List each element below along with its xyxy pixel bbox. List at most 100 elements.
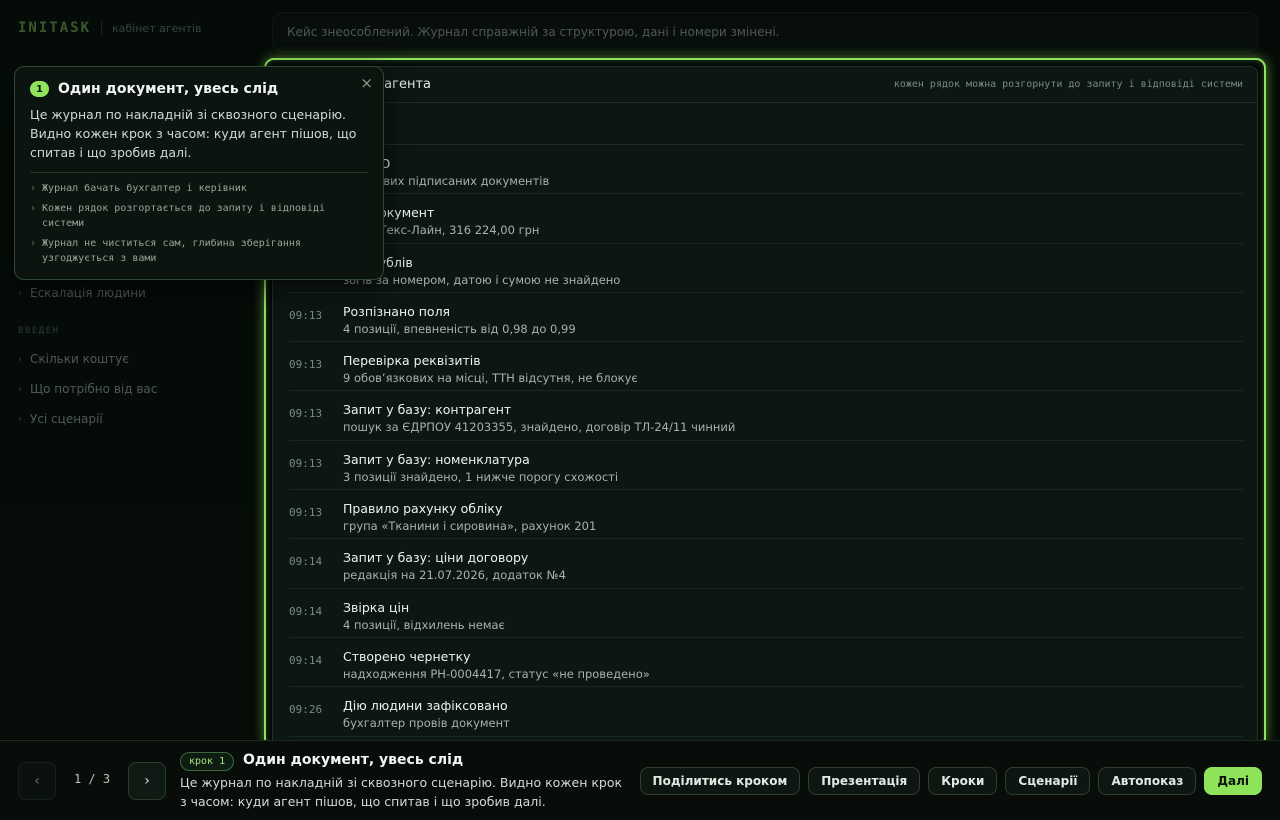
journal-row[interactable]: 09:13 Розпізнано поля 4 позиції, впевненіс…	[289, 293, 1243, 343]
row-title: Створено чернетку	[343, 648, 471, 664]
row-description: надходження РН-0004417, статус «не прове…	[343, 666, 650, 681]
journal-row[interactable]: 09:14 Запит у базу: ціни договору редакція…	[289, 539, 1243, 589]
chevron-right-icon: ›	[30, 203, 37, 214]
row-title: Запит у базу: ціни договору	[343, 550, 529, 566]
case-notice: Кейс знеособлений. Журнал справжній за с…	[272, 12, 1258, 52]
row-description: група «Тканини і сировина», рахунок 201	[343, 519, 597, 534]
row-description: : 28 нових підписаних документів	[343, 174, 550, 188]
chevron-right-icon: ›	[30, 183, 37, 194]
brand-logo: INITASK	[18, 20, 92, 36]
row-title: Розпізнано поля	[343, 303, 451, 319]
row-body: Дію людини зафіксовано бухгалтер провів д…	[343, 697, 1243, 735]
journal-row[interactable]: 09:13 Перевірка реквізитів 9 обов’язкових …	[289, 342, 1243, 392]
row-title: ано документ	[343, 205, 435, 221]
list-item: › Кожен рядок розгортається до запиту і в…	[30, 201, 368, 231]
row-body: Розпізнано поля 4 позиції, впевненість ві…	[343, 303, 1243, 341]
presentation-button[interactable]: Презентація	[808, 767, 921, 795]
sidebar-item-all-scenarios[interactable]: › Усі сценарії	[18, 412, 103, 426]
autoplay-button[interactable]: Автопоказ	[1098, 767, 1197, 795]
row-time: 09:13	[289, 358, 323, 372]
row-body: ано документ 4417, Текс-Лайн, 316 224,00 …	[343, 204, 1243, 242]
brand: INITASK кабінет агентів	[18, 20, 202, 36]
row-body: рка дублів зогів за номером, датою і сумо…	[343, 254, 1243, 292]
bullet-text: Журнал не чиститься сам, глибина зберіга…	[42, 238, 301, 264]
journal-list: но ЕДО : 28 нових підписаних документів ан…	[273, 103, 1257, 737]
tour-popover: × 1 Один документ, увесь слід Це журнал …	[14, 66, 384, 280]
journal-row[interactable]: 09:14 Створено чернетку надходження РН-000…	[289, 638, 1243, 688]
row-description: 3 позиції знайдено, 1 нижче порогу схожо…	[343, 469, 619, 484]
popover-bullets: › Журнал бачать бухгалтер і керівник › Кож…	[30, 181, 368, 266]
tour-bottom-bar: ‹ 1 / 3 › крок 1 Один документ, увесь сл…	[0, 740, 1280, 820]
row-title: Звірка цін	[343, 599, 410, 615]
brand-divider	[101, 21, 103, 35]
close-icon[interactable]: ×	[360, 74, 373, 92]
row-title: но ЕДО	[343, 155, 1243, 172]
popover-title: Один документ, увесь слід	[58, 81, 279, 97]
row-description: зогів за номером, датою і сумою не знайд…	[343, 272, 621, 287]
row-title: Запит у базу: номенклатура	[343, 451, 530, 467]
row-description: 4417, Текс-Лайн, 316 224,00 грн	[343, 223, 540, 238]
divider	[30, 172, 368, 173]
row-title: Перевірка реквізитів	[343, 353, 481, 369]
step-badge: крок 1	[180, 752, 235, 771]
row-body: но ЕДО : 28 нових підписаних документів	[343, 155, 1243, 193]
row-description: бухгалтер провів документ	[343, 716, 510, 731]
sidebar-item-label: Скільки коштує	[30, 352, 129, 366]
row-body: Створено чернетку надходження РН-0004417,…	[343, 648, 1243, 686]
row-time: 09:26	[289, 703, 323, 717]
step-counter: 1 / 3	[73, 772, 111, 786]
step-description: Це журнал по накладній зі сквозного сцен…	[180, 775, 623, 809]
row-description: 4 позиції, відхилень немає	[343, 617, 505, 632]
bullet-text: Журнал бачать бухгалтер і керівник	[42, 183, 247, 194]
row-description: 4 позиції, впевненість від 0,98 до 0,99	[343, 321, 576, 336]
journal-row[interactable]: рка дублів зогів за номером, датою і сумо…	[289, 244, 1243, 293]
row-title: Запит у базу: контрагент	[343, 402, 512, 418]
chevron-right-icon: ›	[18, 353, 22, 365]
row-title: Правило рахунку обліку	[343, 501, 503, 517]
row-time: 09:13	[289, 308, 323, 322]
journal-row[interactable]: ано документ 4417, Текс-Лайн, 316 224,00 …	[289, 194, 1243, 244]
sidebar-item-label: Ескалація людини	[30, 286, 146, 300]
step-number-badge: 1	[30, 81, 49, 97]
chevron-right-icon: ›	[30, 238, 37, 249]
journal-row[interactable]: но ЕДО : 28 нових підписаних документів	[289, 145, 1243, 195]
row-time: 09:13	[289, 456, 323, 470]
journal-header: дій агента кожен рядок можна розгорнути …	[273, 67, 1257, 103]
sidebar-item-requirements[interactable]: › Що потрібно від вас	[18, 382, 157, 396]
row-time: 09:14	[289, 604, 323, 618]
row-body: Запит у базу: ціни договору редакція на 2…	[343, 549, 1243, 587]
journal-row[interactable]: 09:13 Запит у базу: контрагент пошук за ЄД…	[289, 391, 1243, 441]
sidebar-item-label: Що потрібно від вас	[30, 382, 158, 396]
journal-row[interactable]: 09:13 Правило рахунку обліку група «Тканин…	[289, 490, 1243, 540]
chevron-right-icon: ›	[18, 287, 22, 299]
row-time: 09:14	[289, 555, 323, 569]
prev-step-button[interactable]: ‹	[18, 762, 56, 800]
list-item: › Журнал не чиститься сам, глибина зберіг…	[30, 236, 368, 266]
share-step-button[interactable]: Поділитись кроком	[639, 767, 801, 795]
scenarios-button[interactable]: Сценарії	[1005, 767, 1091, 795]
sidebar-item-label: Усі сценарії	[30, 412, 103, 426]
bullet-text: Кожен рядок розгортається до запиту і ві…	[42, 203, 325, 229]
sidebar-section-label: ВВЕДЕН	[18, 326, 60, 336]
journal-hint: кожен рядок можна розгорнути до запиту і…	[893, 79, 1243, 90]
journal-list-header	[289, 103, 1243, 145]
sidebar-item-pricing[interactable]: › Скільки коштує	[18, 352, 129, 366]
list-item: › Журнал бачать бухгалтер і керівник	[30, 181, 368, 196]
journal-row[interactable]: 09:13 Запит у базу: номенклатура 3 позиції…	[289, 441, 1243, 491]
row-description: редакція на 21.07.2026, додаток №4	[343, 568, 566, 583]
next-button[interactable]: Далі	[1204, 767, 1262, 795]
row-body: Запит у базу: номенклатура 3 позиції знай…	[343, 451, 1243, 489]
row-time: 09:13	[289, 506, 323, 520]
journal-row[interactable]: 09:26 Дію людини зафіксовано бухгалтер про…	[289, 687, 1243, 737]
brand-subtitle: кабінет агентів	[112, 21, 202, 35]
next-step-arrow-button[interactable]: ›	[128, 762, 166, 800]
row-description: 9 обов’язкових на місці, ТТН відсутня, н…	[343, 371, 638, 386]
row-time: 09:13	[289, 407, 323, 421]
sidebar-item-escalation[interactable]: › Ескалація людини	[18, 286, 146, 300]
chevron-right-icon: ›	[18, 383, 22, 395]
row-time: 09:14	[289, 653, 323, 667]
chevron-right-icon: ›	[18, 413, 22, 425]
tour-actions: Поділитись кроком Презентація Кроки Сцен…	[639, 767, 1262, 795]
journal-row[interactable]: 09:14 Звірка цін 4 позиції, відхилень нема…	[289, 589, 1243, 638]
steps-button[interactable]: Кроки	[928, 767, 998, 795]
